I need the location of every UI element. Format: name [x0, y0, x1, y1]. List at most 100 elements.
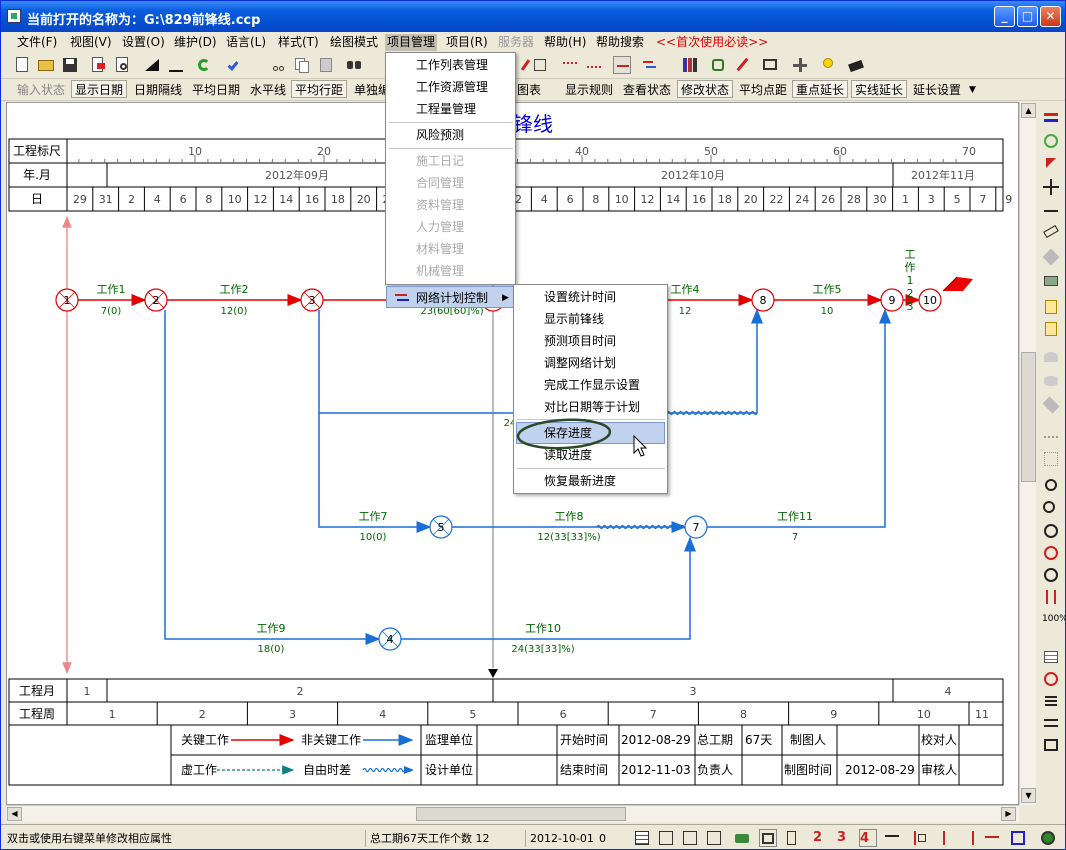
layer-up-icon[interactable]: [1042, 348, 1060, 366]
merge-icon[interactable]: [585, 56, 603, 74]
horizontal-scrollbar[interactable]: ◀ ▶: [6, 805, 1019, 822]
dashes-icon[interactable]: [1042, 428, 1060, 446]
brush-icon[interactable]: [1042, 248, 1060, 266]
insert-task-icon[interactable]: [1042, 108, 1060, 126]
target-icon[interactable]: [1042, 544, 1060, 562]
solid-extend-button[interactable]: 实线延长: [851, 80, 908, 98]
align-left-icon[interactable]: [911, 829, 929, 847]
panel-icon[interactable]: [1042, 736, 1060, 754]
open-folder-icon[interactable]: [37, 56, 55, 74]
layer-down-icon[interactable]: [1042, 396, 1060, 414]
close-button[interactable]: ✕: [1040, 6, 1061, 27]
menu-style[interactable]: 样式(T): [276, 34, 321, 51]
menu-network-plan-control[interactable]: 网络计划控制 ▶: [386, 286, 515, 308]
list-icon[interactable]: [1042, 692, 1060, 710]
eraser-icon[interactable]: [847, 56, 865, 74]
calendar-h-icon[interactable]: [1042, 298, 1060, 316]
calendar-view-icon[interactable]: [759, 829, 777, 847]
menu-language[interactable]: 语言(L): [224, 34, 268, 51]
menu-first-use[interactable]: <<首次使用必读>>: [654, 34, 770, 51]
extend-settings-dropdown[interactable]: 延长设置: [909, 80, 965, 98]
menu-draw-mode[interactable]: 绘图模式: [328, 34, 380, 51]
maximize-button[interactable]: □: [1017, 6, 1038, 27]
print-icon[interactable]: [733, 829, 751, 847]
status-globe-icon[interactable]: [1039, 829, 1057, 847]
menu-task-resource[interactable]: 工作资源管理: [416, 76, 488, 98]
split-icon[interactable]: [561, 56, 579, 74]
menu-maintain[interactable]: 维护(D): [172, 34, 219, 51]
export-icon[interactable]: [89, 56, 107, 74]
horizontal-scroll-thumb[interactable]: [416, 807, 626, 821]
align-center-icon[interactable]: [935, 829, 953, 847]
menu-manpower[interactable]: 人力管理: [416, 216, 464, 238]
lightbulb-icon[interactable]: [819, 56, 837, 74]
pen-icon[interactable]: [733, 56, 751, 74]
monitor-icon[interactable]: [761, 56, 779, 74]
paste-icon[interactable]: [317, 56, 335, 74]
menu-material[interactable]: 材料管理: [416, 238, 464, 260]
vertical-scrollbar[interactable]: ▲ ▼: [1019, 102, 1036, 805]
text-size-icon[interactable]: [883, 829, 901, 847]
menu-adjust-plan[interactable]: 调整网络计划: [544, 352, 616, 374]
view-rows-icon[interactable]: [681, 829, 699, 847]
average-row-spacing-button[interactable]: 平均行距: [291, 80, 348, 98]
input-status-button[interactable]: 输入状态: [13, 80, 69, 98]
key-extend-button[interactable]: 重点延长: [792, 80, 849, 98]
distribute-icon[interactable]: [983, 829, 1001, 847]
table-icon[interactable]: [1042, 648, 1060, 666]
menu-risk-forecast[interactable]: 风险预测: [416, 124, 464, 146]
line-tool-icon[interactable]: [167, 56, 185, 74]
connect-icon[interactable]: [1042, 200, 1060, 218]
horizontal-line-button[interactable]: 水平线: [246, 80, 290, 98]
move-icon[interactable]: [1042, 178, 1060, 196]
scroll-down-icon[interactable]: ▼: [1021, 788, 1036, 803]
zoom-100-icon[interactable]: 100%: [1042, 610, 1065, 628]
page-view-icon[interactable]: [783, 829, 801, 847]
frame-icon[interactable]: [1042, 450, 1060, 468]
menu-help[interactable]: 帮助(H): [542, 34, 588, 51]
new-file-icon[interactable]: [13, 56, 31, 74]
copy-icon[interactable]: [293, 56, 311, 74]
modify-status-button[interactable]: 修改状态: [677, 80, 734, 98]
triangle-tool-icon[interactable]: [143, 56, 161, 74]
date-gridline-button[interactable]: 日期隔线: [130, 80, 186, 98]
cut-icon[interactable]: [269, 56, 287, 74]
title-bar[interactable]: 当前打开的名称为：G:\829前锋线.ccp _ □ ✕: [1, 1, 1065, 32]
plane-icon[interactable]: [791, 56, 809, 74]
view-gantt-icon[interactable]: [705, 829, 723, 847]
fit-window-icon[interactable]: [1009, 829, 1027, 847]
zoom-out-icon[interactable]: [1042, 522, 1060, 540]
set-icon[interactable]: [1042, 272, 1060, 290]
scroll-left-icon[interactable]: ◀: [7, 807, 22, 821]
find-icon[interactable]: [345, 56, 363, 74]
menu-project[interactable]: 项目(R): [444, 34, 490, 51]
adjust-icon[interactable]: [1042, 132, 1060, 150]
extend-settings-arrow-icon[interactable]: ▼: [965, 80, 980, 98]
display-rules-button[interactable]: 显示规则: [561, 80, 617, 98]
menu-view[interactable]: 视图(V): [68, 34, 114, 51]
level-4-icon[interactable]: 4: [859, 829, 877, 847]
menu-documents[interactable]: 资料管理: [416, 194, 464, 216]
print-preview-icon[interactable]: [113, 56, 131, 74]
view-columns-icon[interactable]: [657, 829, 675, 847]
pointer-icon[interactable]: [1042, 476, 1060, 494]
menu-quantity[interactable]: 工程量管理: [416, 98, 476, 120]
zoom-fit-icon[interactable]: [1042, 566, 1060, 584]
stamp-icon[interactable]: [531, 56, 549, 74]
menu-restore-progress[interactable]: 恢复最新进度: [544, 470, 616, 492]
chart-table-button[interactable]: 图表: [513, 80, 545, 98]
align-right-icon[interactable]: [959, 829, 977, 847]
zoom-in-icon[interactable]: [1042, 500, 1060, 518]
scroll-up-icon[interactable]: ▲: [1021, 103, 1036, 118]
gantt-icon[interactable]: [641, 56, 659, 74]
menu-finish-display-settings[interactable]: 完成工作显示设置: [544, 374, 640, 396]
books-icon[interactable]: [681, 56, 699, 74]
refresh-icon[interactable]: [195, 56, 213, 74]
chart-mode-icon[interactable]: [613, 56, 631, 74]
view-status-button[interactable]: 查看状态: [619, 80, 675, 98]
average-point-spacing-button[interactable]: 平均点距: [735, 80, 791, 98]
menu-construction-log[interactable]: 施工日记: [416, 150, 464, 172]
layer-icon[interactable]: [1042, 372, 1060, 390]
menu-contract[interactable]: 合同管理: [416, 172, 464, 194]
menu-settings[interactable]: 设置(O): [120, 34, 167, 51]
